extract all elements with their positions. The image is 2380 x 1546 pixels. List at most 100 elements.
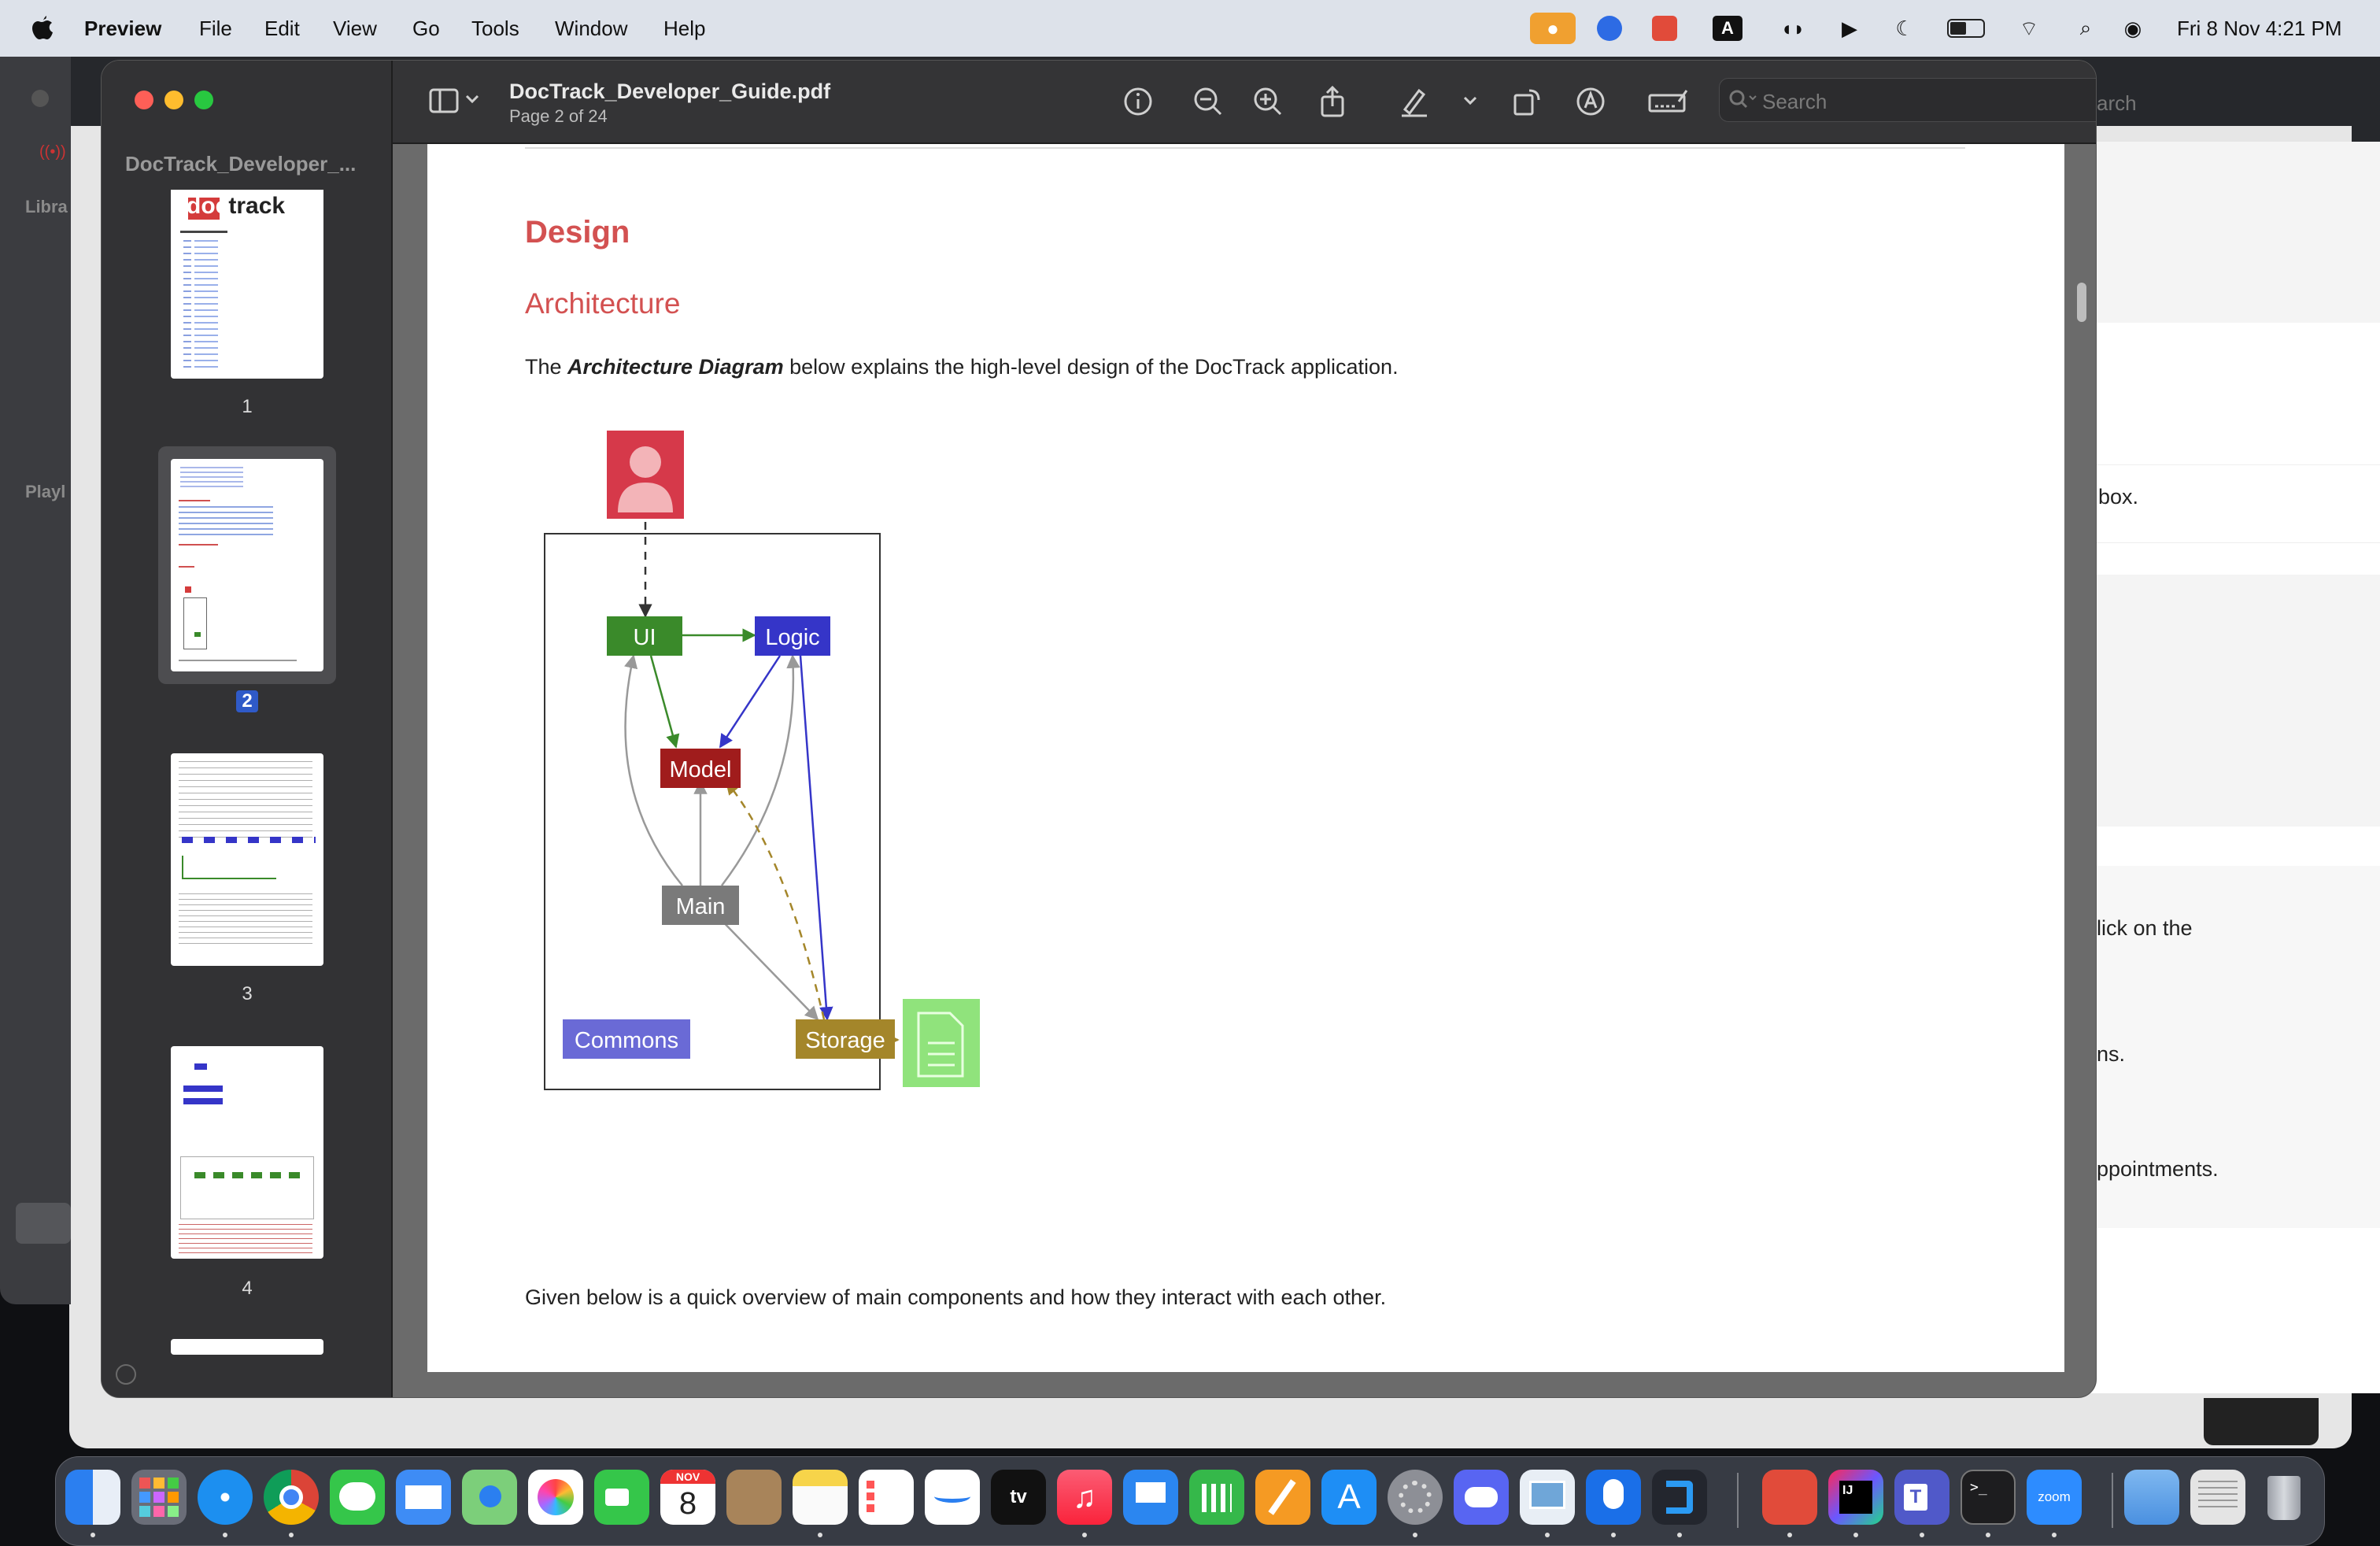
freeform-icon[interactable] [925,1470,980,1525]
facetime-icon[interactable] [594,1470,649,1525]
menu-datetime[interactable]: Fri 8 Nov 4:21 PM [2177,17,2342,40]
menu-edit[interactable]: Edit [264,17,300,40]
chevron-down-icon[interactable] [465,94,479,105]
ui-node-label: UI [634,625,656,650]
pages-icon[interactable] [1255,1470,1310,1525]
keynote-icon[interactable] [1123,1470,1178,1525]
menu-app-name[interactable]: Preview [84,17,161,40]
messages-icon[interactable] [330,1470,385,1525]
page-thumbnail-3[interactable] [171,753,323,966]
markup-icon[interactable] [1573,84,1608,119]
zoom-button[interactable] [194,91,213,109]
logic-to-storage-arrow [799,655,833,1021]
wifi-icon[interactable]: ⌔ [2013,13,2045,44]
page-thumbnail-4[interactable] [171,1046,323,1259]
input-source-icon[interactable]: A [1712,13,1743,44]
thumb-logo-doc: doc [187,193,229,219]
system-settings-icon[interactable] [1388,1470,1443,1525]
menu-window[interactable]: Window [555,17,627,40]
recent-document-icon[interactable] [2190,1470,2245,1525]
app-store-icon[interactable]: A [1321,1470,1377,1525]
focus-moon-icon[interactable]: ☾ [1889,13,1920,44]
launchpad-icon[interactable] [131,1470,187,1525]
logic-node-label: Logic [765,625,819,650]
pinpoint-icon[interactable] [1586,1470,1641,1525]
play-icon[interactable]: ▶ [1834,13,1865,44]
maps-icon[interactable] [462,1470,517,1525]
mail-icon[interactable] [396,1470,451,1525]
page-thumbnail-5[interactable] [171,1339,323,1355]
ui-to-model-arrow [649,655,680,749]
apple-tv-icon[interactable]: tv [991,1470,1046,1525]
info-icon[interactable] [1121,84,1155,119]
dock: NOV 8 tv ♫ A IJ T >_ zoom [55,1456,2325,1546]
menu-file[interactable]: File [199,17,232,40]
menu-tools[interactable]: Tools [471,17,519,40]
menu-bar: Preview File Edit View Go Tools Window H… [0,0,2380,57]
minimize-button[interactable] [164,91,183,109]
thumb-label-2: 2 [236,690,258,712]
contacts-icon[interactable] [726,1470,782,1525]
preview-window: DocTrack_Developer_... doctrack 1 2 3 4 … [101,60,2097,1398]
finder-icon[interactable] [65,1470,120,1525]
numbers-icon[interactable] [1189,1470,1244,1525]
zoom-out-icon[interactable] [1191,84,1225,119]
commons-node-label: Commons [575,1028,678,1053]
calendar-icon[interactable]: NOV 8 [660,1470,715,1525]
zoom-in-icon[interactable] [1251,84,1285,119]
zoom-tray-icon[interactable] [1594,13,1625,44]
notes-icon[interactable] [793,1470,848,1525]
speakerdeck-tray-icon[interactable] [1649,13,1680,44]
speakerdeck-icon[interactable] [1762,1470,1817,1525]
sidebar-title: DocTrack_Developer_... [125,152,357,176]
safari-icon[interactable] [198,1470,253,1525]
teams-icon[interactable]: T [1894,1470,1949,1525]
thumb-label-3: 3 [242,983,253,1004]
microphone-icon[interactable]: ● [1530,13,1576,44]
downloads-folder-icon[interactable] [2124,1470,2179,1525]
document-area[interactable]: Design Architecture The Architecture Dia… [393,144,2096,1397]
airpods-icon[interactable]: ◖◗ [1777,13,1809,44]
form-fill-icon[interactable] [1647,84,1688,119]
calendar-month: NOV [660,1470,715,1484]
battery-icon[interactable] [1944,13,1988,44]
chrome-icon[interactable] [264,1470,319,1525]
background-panel [2078,142,2380,323]
spotlight-search-icon[interactable]: ⌕ [2070,13,2101,44]
add-page-icon[interactable] [116,1364,136,1385]
preview-icon[interactable] [1520,1470,1575,1525]
menu-help[interactable]: Help [663,17,705,40]
intro-paragraph: The Architecture Diagram below explains … [525,355,1399,379]
discord-icon[interactable] [1454,1470,1509,1525]
photos-icon[interactable] [528,1470,583,1525]
intro-text-before: The [525,355,568,379]
sidebar-toggle-icon[interactable] [429,87,460,114]
menu-view[interactable]: View [333,17,377,40]
control-center-icon[interactable]: ◉ [2117,13,2149,44]
user-icon [607,431,684,519]
apple-icon[interactable] [30,14,54,41]
menu-go[interactable]: Go [412,17,440,40]
close-button[interactable] [135,91,153,109]
page-thumbnail-1[interactable]: doctrack [171,190,323,379]
search-field[interactable]: Search [1719,78,2096,122]
intellij-icon[interactable]: IJ [1828,1470,1883,1525]
thumbnail-sidebar[interactable]: DocTrack_Developer_... doctrack 1 2 3 4 [102,61,393,1397]
reminders-icon[interactable] [859,1470,914,1525]
logic-to-model-arrow [719,655,782,749]
trash-icon[interactable] [2256,1470,2312,1525]
pdf-page: Design Architecture The Architecture Dia… [427,144,2064,1372]
closing-paragraph: Given below is a quick overview of main … [525,1285,1387,1309]
highlight-pen-icon[interactable] [1397,84,1432,119]
rotate-icon[interactable] [1510,84,1545,119]
zoom-app-icon[interactable]: zoom [2027,1470,2082,1525]
music-icon[interactable]: ♫ [1057,1470,1112,1525]
terminal-icon[interactable]: >_ [1961,1470,2016,1525]
scrollbar-thumb[interactable] [2077,283,2086,322]
page-thumbnail-2[interactable] [171,459,323,671]
selected-playlist-row[interactable] [16,1203,71,1244]
vscode-icon[interactable] [1652,1470,1707,1525]
highlight-menu-chevron-icon[interactable] [1463,95,1477,106]
share-icon[interactable] [1315,84,1350,119]
bg-text-1: box. [2098,485,2139,509]
